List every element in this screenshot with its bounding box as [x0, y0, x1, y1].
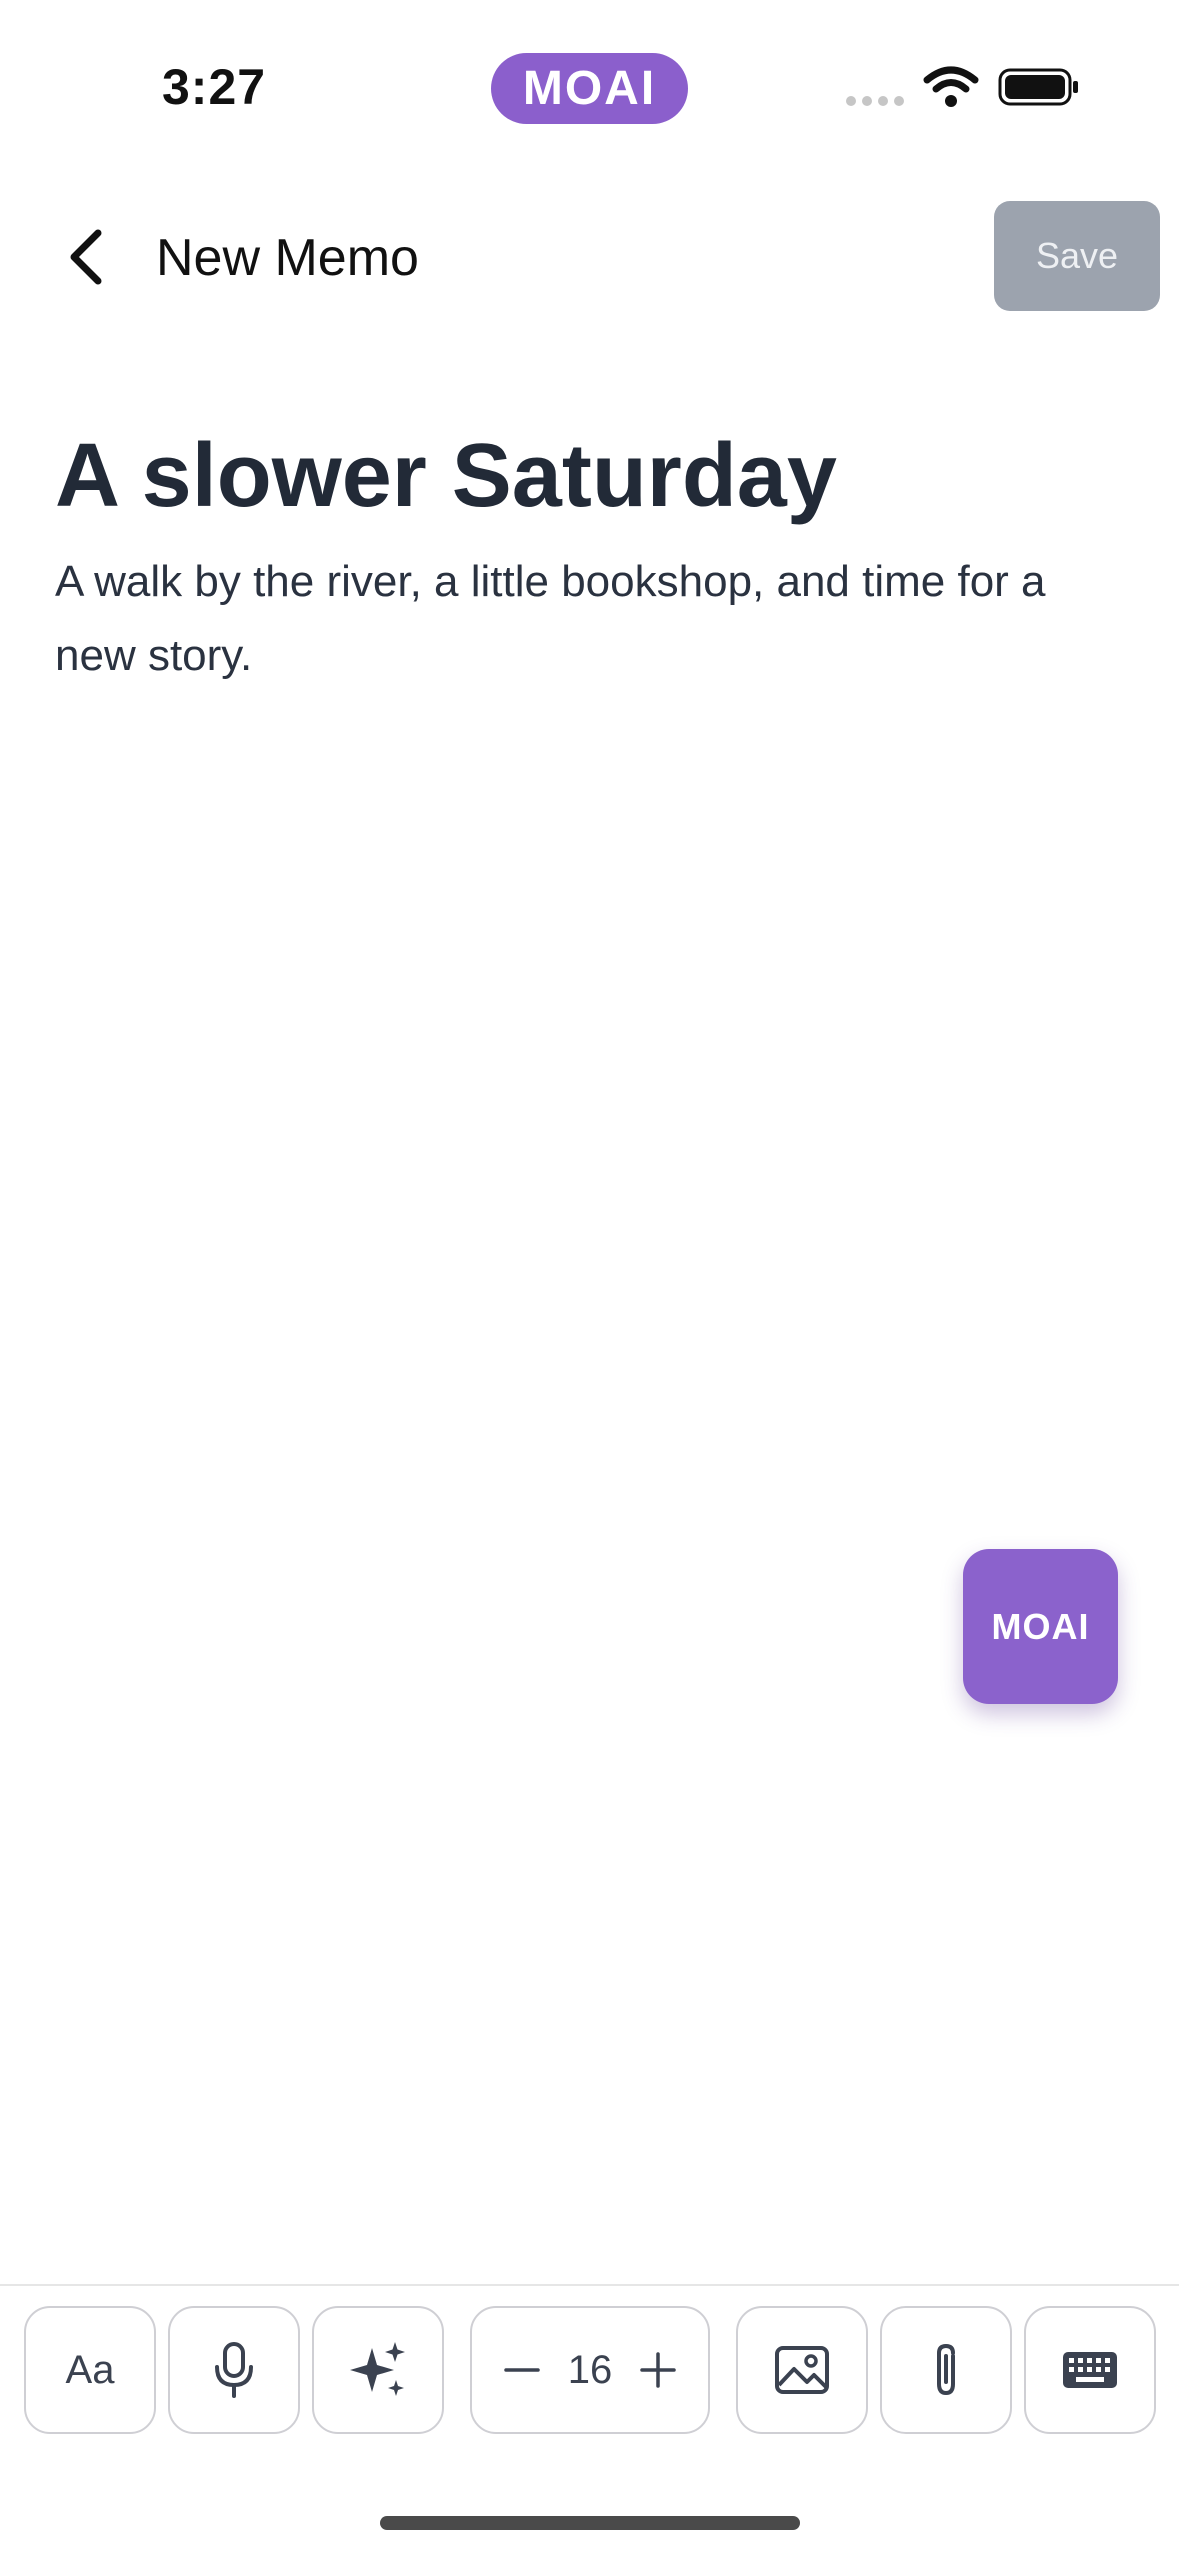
- font-size-stepper[interactable]: 16: [470, 2306, 710, 2434]
- toolbar-divider: [0, 2284, 1179, 2286]
- increase-font-button[interactable]: [636, 2348, 680, 2392]
- text-style-button[interactable]: Aa: [24, 2306, 156, 2434]
- home-indicator[interactable]: [380, 2516, 800, 2530]
- chevron-left-icon: [70, 229, 102, 285]
- memo-body[interactable]: A walk by the river, a little bookshop, …: [55, 545, 1135, 693]
- dynamic-island-moai: MOAI: [491, 53, 688, 124]
- page-title: New Memo: [156, 229, 419, 287]
- insert-image-button[interactable]: [736, 2306, 868, 2434]
- toggle-keyboard-button[interactable]: [1024, 2306, 1156, 2434]
- moai-assistant-button[interactable]: MOAI: [963, 1549, 1118, 1704]
- save-button[interactable]: Save: [994, 201, 1160, 311]
- minus-icon: [504, 2368, 540, 2372]
- font-size-value: 16: [567, 2347, 613, 2392]
- back-button[interactable]: [56, 222, 116, 292]
- paperclip-icon: [937, 2343, 955, 2396]
- image-icon: [775, 2346, 829, 2394]
- memo-title[interactable]: A slower Saturday: [55, 425, 837, 528]
- ai-assist-button[interactable]: [312, 2306, 444, 2434]
- text-style-label: Aa: [65, 2347, 115, 2392]
- attach-file-button[interactable]: [880, 2306, 1012, 2434]
- status-time: 3:27: [162, 59, 267, 115]
- cellular-signal-icon: [846, 96, 904, 106]
- keyboard-icon: [1063, 2352, 1117, 2388]
- sparkles-icon: [350, 2342, 405, 2396]
- battery-icon: [998, 68, 1078, 106]
- microphone-icon: [215, 2342, 253, 2398]
- wifi-icon: [923, 66, 979, 107]
- plus-icon: [640, 2352, 676, 2388]
- voice-input-button[interactable]: [168, 2306, 300, 2434]
- decrease-font-button[interactable]: [500, 2348, 544, 2392]
